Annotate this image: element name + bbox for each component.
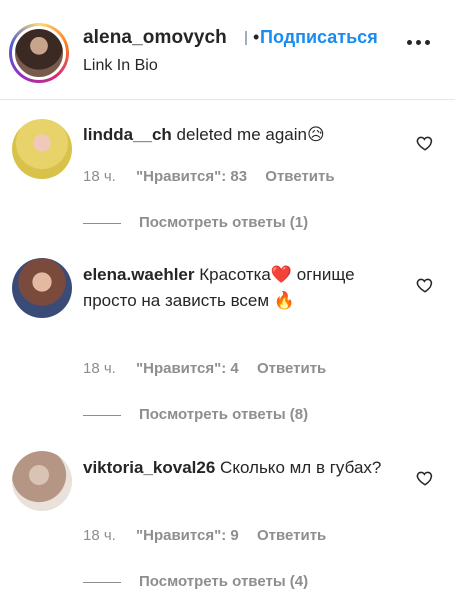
view-replies-button[interactable]: Посмотреть ответы (8) <box>83 406 308 423</box>
comment-body: Сколько мл в губах? <box>220 458 382 477</box>
comment-meta: 18 ч. "Нравится": 4 Ответить <box>83 360 326 377</box>
commenter-avatar[interactable] <box>12 451 72 511</box>
comment-username[interactable]: viktoria_koval26 <box>83 458 215 477</box>
replies-divider <box>83 414 121 416</box>
comment-likes[interactable]: "Нравится": 4 <box>136 360 239 377</box>
view-replies-label: Посмотреть ответы (4) <box>139 573 309 590</box>
header-separator: • <box>253 27 260 47</box>
reply-button[interactable]: Ответить <box>257 527 326 544</box>
comment-meta: 18 ч. "Нравится": 9 Ответить <box>83 527 326 544</box>
comment-time: 18 ч. <box>83 168 116 185</box>
comment-likes[interactable]: "Нравится": 9 <box>136 527 239 544</box>
reply-button[interactable]: Ответить <box>265 168 334 185</box>
like-heart-icon[interactable] <box>416 276 434 294</box>
comment-meta: 18 ч. "Нравится": 83 Ответить <box>83 168 335 185</box>
view-replies-button[interactable]: Посмотреть ответы (4) <box>83 573 308 590</box>
view-replies-label: Посмотреть ответы (8) <box>139 406 309 423</box>
comment-username[interactable]: elena.waehler <box>83 265 195 284</box>
comment-text: lindda__ch deleted me again😥 <box>83 122 383 148</box>
reply-button[interactable]: Ответить <box>257 360 326 377</box>
like-heart-icon[interactable] <box>416 469 434 487</box>
profile-username[interactable]: alena_omovych <box>83 27 227 49</box>
commenter-avatar[interactable] <box>12 119 72 179</box>
like-heart-icon[interactable] <box>416 134 434 152</box>
commenter-avatar[interactable] <box>12 258 72 318</box>
more-options-icon[interactable] <box>407 40 431 48</box>
view-replies-button[interactable]: Посмотреть ответы (1) <box>83 214 308 231</box>
comment-time: 18 ч. <box>83 360 116 377</box>
comment-time: 18 ч. <box>83 527 116 544</box>
follow-button[interactable]: Подписаться <box>260 27 378 48</box>
comment-likes[interactable]: "Нравится": 83 <box>136 168 247 185</box>
comment-username[interactable]: lindda__ch <box>83 125 172 144</box>
comment-text: elena.waehler Красотка❤️ огнище просто н… <box>83 262 383 314</box>
view-replies-label: Посмотреть ответы (1) <box>139 214 309 231</box>
comment-body: deleted me again😥 <box>176 125 325 144</box>
replies-divider <box>83 222 121 224</box>
replies-divider <box>83 581 121 583</box>
verified-icon <box>245 31 247 45</box>
comment-text: viktoria_koval26 Сколько мл в губах? <box>83 455 383 481</box>
post-header: alena_omovych • Подписаться Link In Bio <box>0 0 455 100</box>
profile-bio: Link In Bio <box>83 57 158 74</box>
profile-avatar[interactable] <box>9 23 69 83</box>
